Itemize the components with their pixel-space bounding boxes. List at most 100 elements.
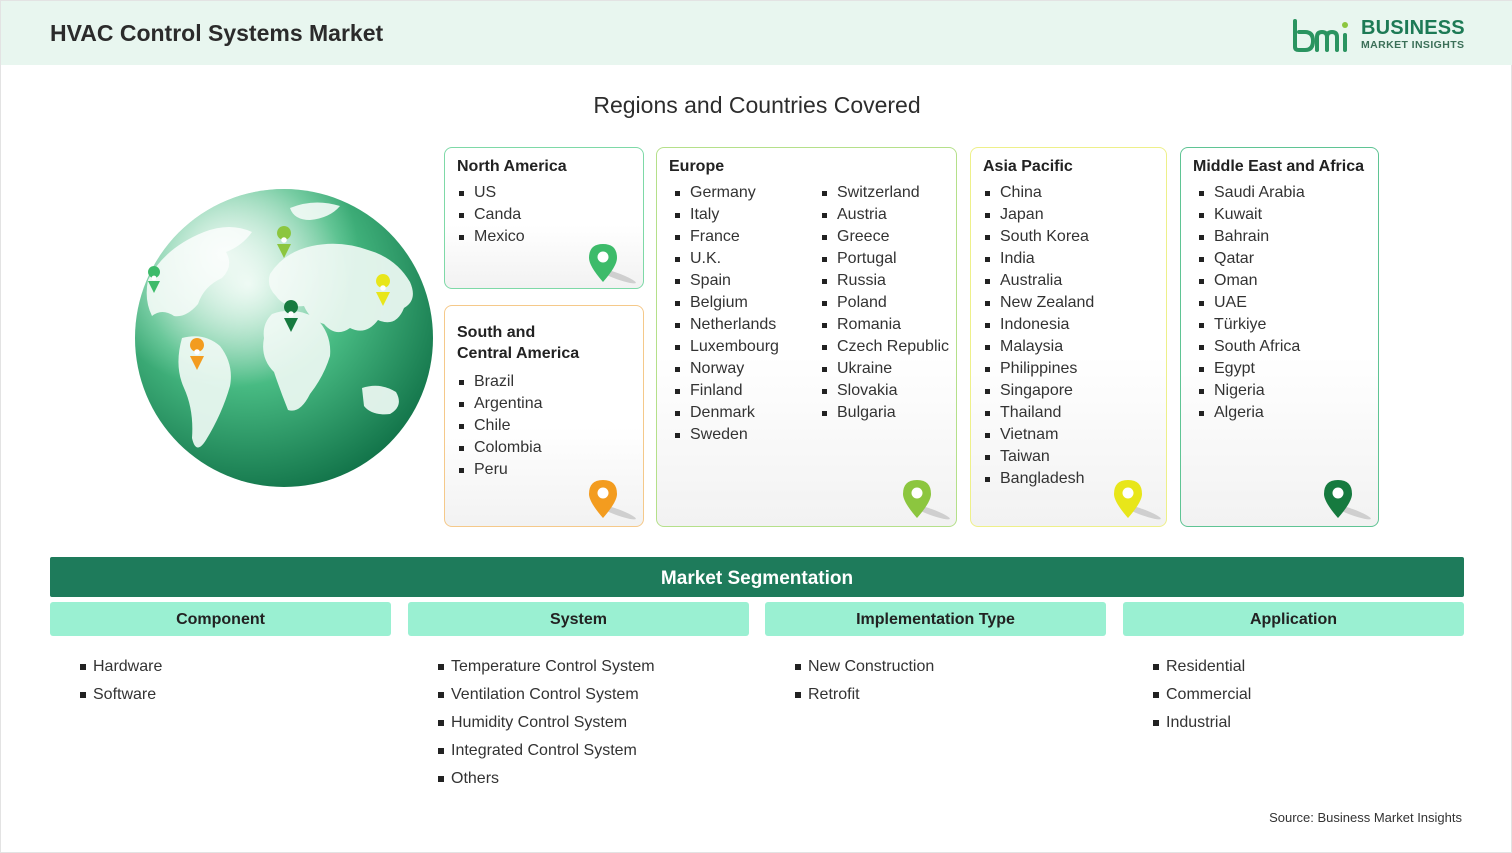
list-item: Colombia [457,437,543,459]
list-item: India [983,248,1094,270]
list-item: Norway [673,358,779,380]
list-item: France [673,226,779,248]
list-item: Denmark [673,402,779,424]
page-title: HVAC Control Systems Market [50,20,384,46]
map-pin-icon [589,244,636,284]
list-item: Bangladesh [983,468,1094,490]
list-item: Bulgaria [820,402,949,424]
country-list-north-america: US Canda Mexico [457,182,525,248]
list-item: Malaysia [983,336,1094,358]
country-list-south-central-america: Brazil Argentina Chile Colombia Peru [457,371,543,481]
list-item: South Korea [983,226,1094,248]
list-item: Oman [1197,270,1305,292]
region-title-europe: Europe [669,158,725,175]
list-item: Greece [820,226,949,248]
country-list-asia-pacific: China Japan South Korea India Australia … [983,182,1094,490]
segmentation-title-bar: Market Segmentation [50,557,1464,597]
country-list-middle-east-africa: Saudi Arabia Kuwait Bahrain Qatar Oman U… [1197,182,1305,424]
list-item: Chile [457,415,543,437]
list-item: Ventilation Control System [437,681,655,709]
list-item: China [983,182,1094,204]
region-card-middle-east-africa: Middle East and Africa Saudi Arabia Kuwa… [1180,147,1379,527]
list-item: Temperature Control System [437,653,655,681]
list-item: U.K. [673,248,779,270]
segment-header-application: Application [1123,602,1464,636]
list-item: Kuwait [1197,204,1305,226]
region-title-asia-pacific: Asia Pacific [983,158,1073,175]
list-item: Japan [983,204,1094,226]
list-item: New Construction [794,653,934,681]
list-item: Indonesia [983,314,1094,336]
region-title-south-central-america: South and Central America [457,322,579,364]
infographic-page: HVAC Control Systems Market BUSINESS MAR… [0,0,1512,853]
list-item: Integrated Control System [437,737,655,765]
list-item: Saudi Arabia [1197,182,1305,204]
list-item: Philippines [983,358,1094,380]
list-item: Romania [820,314,949,336]
list-item: Germany [673,182,779,204]
list-item: Türkiye [1197,314,1305,336]
list-item: Others [437,765,655,793]
list-item: Spain [673,270,779,292]
list-item: South Africa [1197,336,1305,358]
segment-header-component: Component [50,602,391,636]
source-note: Source: Business Market Insights [1269,810,1462,825]
region-card-asia-pacific: Asia Pacific China Japan South Korea Ind… [970,147,1167,527]
list-item: Ukraine [820,358,949,380]
list-item: Vietnam [983,424,1094,446]
list-item: Mexico [457,226,525,248]
list-item: Argentina [457,393,543,415]
list-item: Poland [820,292,949,314]
list-item: Software [79,681,162,709]
list-item: Russia [820,270,949,292]
list-item: Peru [457,459,543,481]
list-item: Retrofit [794,681,934,709]
region-title-line-2: Central America [457,345,580,362]
list-item: Humidity Control System [437,709,655,737]
map-pin-icon [903,480,950,520]
map-pin-icon [1324,480,1371,520]
list-item: Hardware [79,653,162,681]
list-item: New Zealand [983,292,1094,314]
region-card-north-america: North America US Canda Mexico [444,147,644,289]
list-item: Australia [983,270,1094,292]
map-pin-icon [589,480,636,520]
list-item: Italy [673,204,779,226]
region-title-north-america: North America [457,158,567,175]
globe-icon [135,189,433,487]
list-item: Netherlands [673,314,779,336]
logo-word-business: BUSINESS [1361,17,1465,39]
list-item: Bahrain [1197,226,1305,248]
list-item: Switzerland [820,182,949,204]
map-pin-icon [1114,480,1161,520]
segment-list-system: Temperature Control System Ventilation C… [437,653,655,793]
region-card-south-central-america: South and Central America Brazil Argenti… [444,305,644,527]
bmi-logo-icon [1293,19,1348,52]
list-item: Residential [1152,653,1251,681]
list-item: Algeria [1197,402,1305,424]
list-item: Thailand [983,402,1094,424]
list-item: Slovakia [820,380,949,402]
list-item: Luxembourg [673,336,779,358]
brand-logo: BUSINESS MARKET INSIGHTS [1291,15,1471,55]
logo-word-market-insights: MARKET INSIGHTS [1361,39,1465,51]
region-title-line-1: South and [457,324,536,341]
region-title-middle-east-africa: Middle East and Africa [1193,158,1364,175]
list-item: Finland [673,380,779,402]
list-item: Egypt [1197,358,1305,380]
list-item: Portugal [820,248,949,270]
country-list-europe-col2: Switzerland Austria Greece Portugal Russ… [820,182,949,424]
header-bar: HVAC Control Systems Market BUSINESS MAR… [1,1,1512,65]
list-item: Nigeria [1197,380,1305,402]
list-item: Sweden [673,424,779,446]
list-item: Qatar [1197,248,1305,270]
list-item: Czech Republic [820,336,949,358]
list-item: Canda [457,204,525,226]
segment-list-application: Residential Commercial Industrial [1152,653,1251,737]
list-item: Industrial [1152,709,1251,737]
list-item: Belgium [673,292,779,314]
list-item: US [457,182,525,204]
list-item: Austria [820,204,949,226]
list-item: Taiwan [983,446,1094,468]
region-card-europe: Europe Germany Italy France U.K. Spain B… [656,147,957,527]
